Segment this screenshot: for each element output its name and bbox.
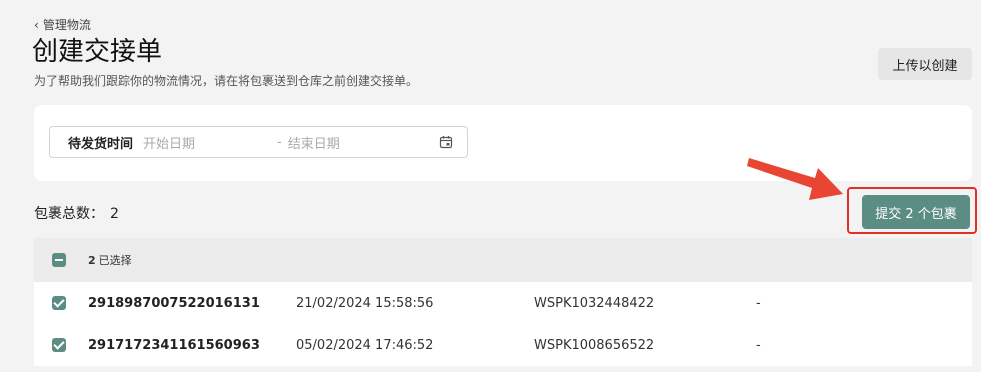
package-id: 2917172341161560963: [88, 337, 260, 353]
package-ref: WSPK1032448422: [534, 295, 655, 311]
package-ref: WSPK1008656522: [534, 337, 655, 353]
table-row[interactable]: 2918987007522016131 21/02/2024 15:58:56 …: [34, 282, 972, 324]
page-subtitle: 为了帮助我们跟踪你的物流情况，请在将包裹送到仓库之前创建交接单。: [34, 74, 419, 88]
page-title: 创建交接单: [32, 37, 163, 67]
package-count: 包裹总数： 2: [34, 203, 119, 223]
submit-packages-button[interactable]: 提交 2 个包裹: [862, 195, 970, 229]
date-separator: -: [277, 134, 282, 150]
package-table: 2 已选择 2918987007522016131 21/02/2024 15:5…: [34, 238, 972, 366]
package-id: 2918987007522016131: [88, 295, 260, 311]
start-date-input[interactable]: 开始日期: [143, 133, 273, 152]
end-date-input[interactable]: 结束日期: [288, 133, 428, 152]
arrow-annotation: [747, 158, 843, 200]
date-range-picker[interactable]: 待发货时间 开始日期 - 结束日期: [49, 126, 468, 158]
calendar-icon[interactable]: [439, 135, 453, 149]
selected-label: 已选择: [98, 254, 132, 267]
selection-summary: 2 已选择: [88, 252, 132, 268]
row-checkbox[interactable]: [52, 296, 66, 310]
package-time: 21/02/2024 15:58:56: [296, 295, 434, 311]
package-extra: -: [756, 295, 761, 311]
selected-count: 2: [88, 254, 96, 267]
back-link-label: 管理物流: [42, 18, 91, 32]
table-row[interactable]: 2917172341161560963 05/02/2024 17:46:52 …: [34, 324, 972, 366]
back-link[interactable]: ‹ 管理物流: [34, 16, 91, 33]
table-header: 2 已选择: [34, 238, 972, 282]
package-count-label: 包裹总数：: [34, 206, 104, 222]
package-time: 05/02/2024 17:46:52: [296, 337, 434, 353]
row-checkbox[interactable]: [52, 338, 66, 352]
date-range-label: 待发货时间: [68, 136, 134, 152]
select-all-checkbox[interactable]: [52, 253, 66, 267]
package-count-value: 2: [110, 206, 119, 222]
upload-to-create-button[interactable]: 上传以创建: [878, 48, 972, 80]
package-extra: -: [756, 337, 761, 353]
chevron-left-icon: ‹: [34, 18, 39, 32]
